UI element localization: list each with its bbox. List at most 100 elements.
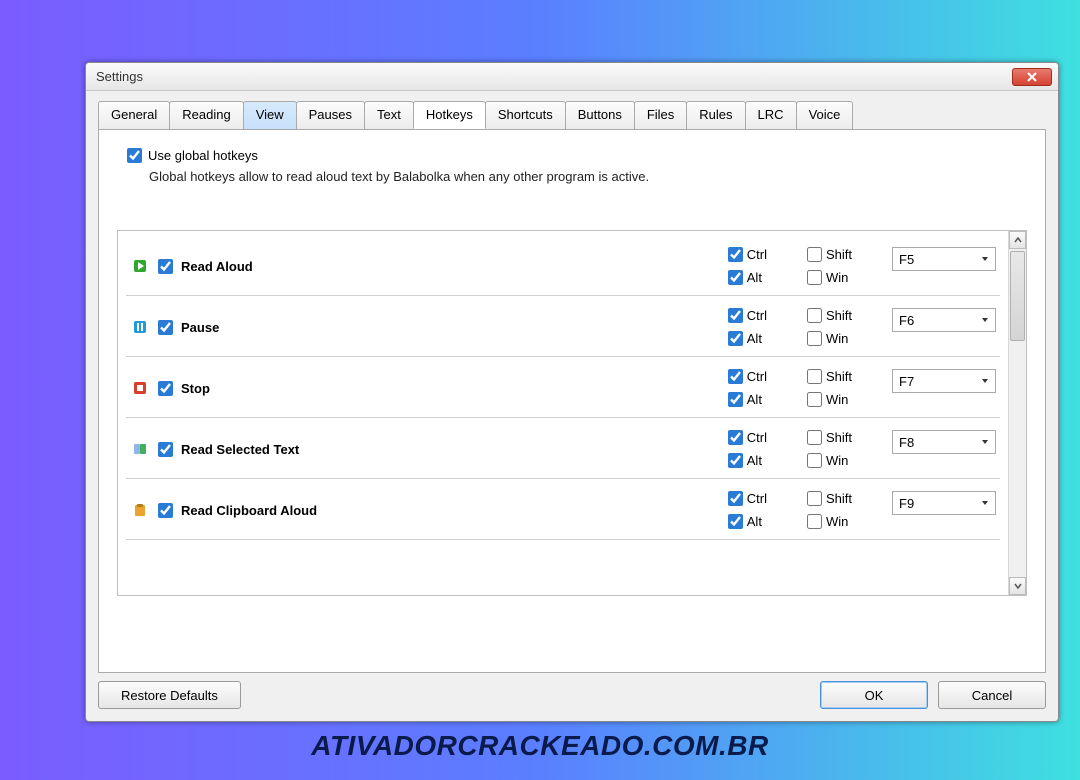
tab-bar: GeneralReadingViewPausesTextHotkeysShort…: [86, 91, 1058, 129]
key-value: F7: [899, 374, 914, 389]
alt-label: Alt: [747, 270, 762, 285]
chevron-down-icon: [981, 499, 989, 507]
scroll-track[interactable]: [1009, 249, 1026, 577]
key-select[interactable]: F7: [892, 369, 996, 393]
hotkey-enable-checkbox[interactable]: [158, 320, 173, 335]
scroll-thumb[interactable]: [1010, 251, 1025, 341]
win-checkbox[interactable]: [807, 270, 822, 285]
alt-checkbox[interactable]: [728, 514, 743, 529]
hotkey-list: Read AloudCtrlAltShiftWinF5PauseCtrlAltS…: [117, 230, 1027, 596]
hotkey-row: Stop Ctrl Alt Shift Win F7: [126, 357, 1000, 418]
stop-icon: [130, 378, 150, 398]
hotkey-enable-checkbox[interactable]: [158, 442, 173, 457]
hotkey-enable-checkbox[interactable]: [158, 259, 173, 274]
alt-checkbox[interactable]: [728, 453, 743, 468]
close-button[interactable]: [1012, 68, 1052, 86]
tab-general[interactable]: General: [98, 101, 170, 129]
alt-label: Alt: [747, 514, 762, 529]
key-value: F5: [899, 252, 914, 267]
alt-label: Alt: [747, 331, 762, 346]
hotkey-label: Pause: [181, 320, 411, 335]
button-bar: Restore Defaults OK Cancel: [98, 681, 1046, 709]
key-select[interactable]: F5: [892, 247, 996, 271]
shift-checkbox[interactable]: [807, 491, 822, 506]
tab-text[interactable]: Text: [364, 101, 414, 129]
key-select[interactable]: F6: [892, 308, 996, 332]
win-label: Win: [826, 331, 848, 346]
use-global-hotkeys-label: Use global hotkeys: [148, 148, 258, 163]
ctrl-checkbox[interactable]: [728, 308, 743, 323]
restore-defaults-button[interactable]: Restore Defaults: [98, 681, 241, 709]
chevron-down-icon: [981, 377, 989, 385]
ctrl-checkbox[interactable]: [728, 491, 743, 506]
win-label: Win: [826, 392, 848, 407]
key-value: F8: [899, 435, 914, 450]
ok-button[interactable]: OK: [820, 681, 928, 709]
close-icon: [1027, 72, 1037, 82]
scrollbar[interactable]: [1008, 231, 1026, 595]
win-label: Win: [826, 453, 848, 468]
tab-rules[interactable]: Rules: [686, 101, 745, 129]
hotkey-label: Read Selected Text: [181, 442, 411, 457]
tab-reading[interactable]: Reading: [169, 101, 243, 129]
tab-pauses[interactable]: Pauses: [296, 101, 365, 129]
tab-shortcuts[interactable]: Shortcuts: [485, 101, 566, 129]
tab-view[interactable]: View: [243, 101, 297, 129]
ctrl-label: Ctrl: [747, 308, 767, 323]
tab-lrc[interactable]: LRC: [745, 101, 797, 129]
alt-checkbox[interactable]: [728, 270, 743, 285]
win-checkbox[interactable]: [807, 331, 822, 346]
ctrl-label: Ctrl: [747, 430, 767, 445]
use-global-hotkeys-checkbox[interactable]: [127, 148, 142, 163]
alt-checkbox[interactable]: [728, 392, 743, 407]
win-label: Win: [826, 514, 848, 529]
watermark-text: ATIVADORCRACKEADO.COM.BR: [0, 730, 1080, 762]
ctrl-checkbox[interactable]: [728, 430, 743, 445]
hotkey-enable-checkbox[interactable]: [158, 381, 173, 396]
tab-voice[interactable]: Voice: [796, 101, 854, 129]
hotkey-row: Read Clipboard AloudCtrlAltShiftWinF9: [126, 479, 1000, 540]
win-checkbox[interactable]: [807, 392, 822, 407]
shift-label: Shift: [826, 369, 852, 384]
key-select[interactable]: F9: [892, 491, 996, 515]
global-hotkeys-description: Global hotkeys allow to read aloud text …: [149, 169, 1027, 184]
chevron-down-icon: [1014, 582, 1022, 590]
shift-checkbox[interactable]: [807, 430, 822, 445]
tab-files[interactable]: Files: [634, 101, 687, 129]
alt-label: Alt: [747, 392, 762, 407]
alt-label: Alt: [747, 453, 762, 468]
shift-label: Shift: [826, 308, 852, 323]
chevron-up-icon: [1014, 236, 1022, 244]
ctrl-checkbox[interactable]: [728, 369, 743, 384]
hotkeys-panel: Use global hotkeys Global hotkeys allow …: [98, 129, 1046, 673]
ctrl-label: Ctrl: [747, 369, 767, 384]
ctrl-label: Ctrl: [747, 491, 767, 506]
scroll-up-button[interactable]: [1009, 231, 1026, 249]
titlebar: Settings: [86, 63, 1058, 91]
hotkey-label: Stop: [181, 381, 411, 396]
shift-checkbox[interactable]: [807, 308, 822, 323]
clipboard-icon: [130, 500, 150, 520]
play-icon: [130, 256, 150, 276]
key-value: F6: [899, 313, 914, 328]
tab-buttons[interactable]: Buttons: [565, 101, 635, 129]
scroll-down-button[interactable]: [1009, 577, 1026, 595]
shift-label: Shift: [826, 430, 852, 445]
hotkey-row: Read AloudCtrlAltShiftWinF5: [126, 235, 1000, 296]
hotkey-enable-checkbox[interactable]: [158, 503, 173, 518]
shift-checkbox[interactable]: [807, 369, 822, 384]
tab-hotkeys[interactable]: Hotkeys: [413, 101, 486, 129]
win-checkbox[interactable]: [807, 453, 822, 468]
ctrl-label: Ctrl: [747, 247, 767, 262]
hotkey-label: Read Aloud: [181, 259, 411, 274]
alt-checkbox[interactable]: [728, 331, 743, 346]
key-select[interactable]: F8: [892, 430, 996, 454]
hotkey-label: Read Clipboard Aloud: [181, 503, 411, 518]
chevron-down-icon: [981, 438, 989, 446]
win-checkbox[interactable]: [807, 514, 822, 529]
settings-window: Settings GeneralReadingViewPausesTextHot…: [85, 62, 1059, 722]
cancel-button[interactable]: Cancel: [938, 681, 1046, 709]
ctrl-checkbox[interactable]: [728, 247, 743, 262]
chevron-down-icon: [981, 316, 989, 324]
shift-checkbox[interactable]: [807, 247, 822, 262]
